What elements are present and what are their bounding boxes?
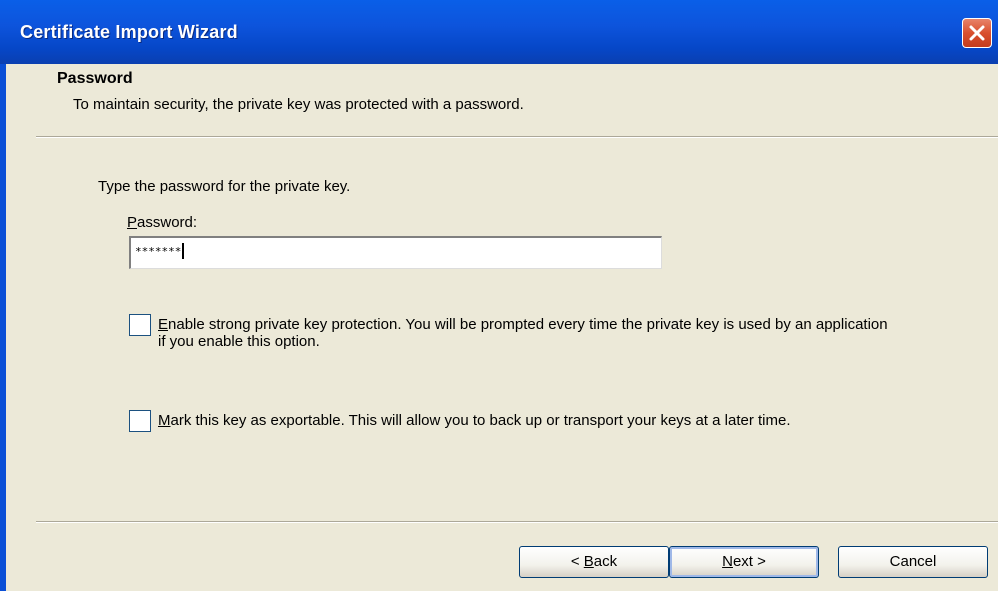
password-label: Password: xyxy=(127,214,197,231)
next-button[interactable]: Next > xyxy=(669,546,819,578)
page-subtitle: To maintain security, the private key wa… xyxy=(73,96,524,113)
exportable-label[interactable]: Mark this key as exportable. This will a… xyxy=(158,412,898,429)
password-prompt: Type the password for the private key. xyxy=(98,178,351,195)
window-title: Certificate Import Wizard xyxy=(20,22,238,42)
strong-protection-label[interactable]: Enable strong private key protection. Yo… xyxy=(158,316,898,350)
header-divider xyxy=(36,136,998,138)
text-caret xyxy=(182,243,185,259)
back-button-mnemonic: B xyxy=(583,553,594,570)
wizard-header: Password To maintain security, the priva… xyxy=(6,64,998,136)
close-button[interactable] xyxy=(962,18,992,48)
strong-protection-text: nable strong private key protection. You… xyxy=(158,316,888,350)
page-title: Password xyxy=(57,70,133,87)
strong-protection-mnemonic: E xyxy=(158,316,169,333)
password-label-mnemonic: P xyxy=(127,214,138,231)
password-field-value: ******* xyxy=(135,245,182,258)
exportable-mnemonic: M xyxy=(158,412,171,429)
exportable-checkbox[interactable] xyxy=(129,410,151,432)
back-button[interactable]: < Back xyxy=(519,546,669,578)
back-button-prefix: < xyxy=(570,553,584,570)
exportable-text: ark this key as exportable. This will al… xyxy=(170,412,791,429)
close-icon xyxy=(969,25,985,41)
dialog-body: Password To maintain security, the priva… xyxy=(6,64,998,591)
certificate-import-wizard-window: Certificate Import Wizard Password To ma… xyxy=(0,0,998,591)
title-bar[interactable]: Certificate Import Wizard xyxy=(0,0,998,64)
next-button-mnemonic: N xyxy=(722,553,733,570)
back-button-label: ack xyxy=(593,553,618,570)
password-field[interactable]: ******* xyxy=(129,236,662,269)
strong-protection-checkbox[interactable] xyxy=(129,314,151,336)
next-button-label: ext > xyxy=(732,553,766,570)
cancel-button[interactable]: Cancel xyxy=(838,546,988,578)
footer-divider xyxy=(36,521,998,523)
password-label-text: assword: xyxy=(137,214,198,231)
